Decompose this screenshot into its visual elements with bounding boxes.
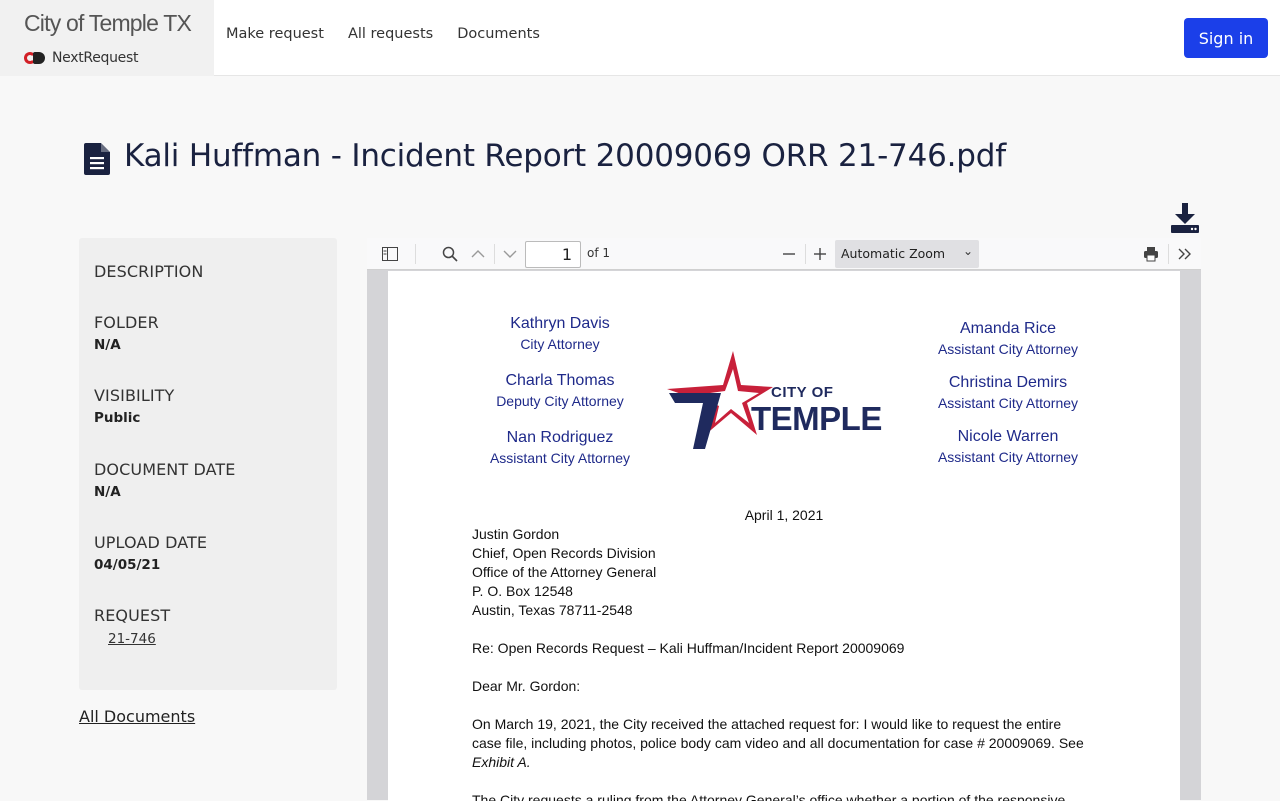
attorney-name: Nan Rodriguez bbox=[506, 429, 614, 446]
address-line: Justin Gordon bbox=[472, 526, 560, 542]
description-label: DESCRIPTION bbox=[94, 262, 204, 281]
toolbar-separator bbox=[494, 244, 495, 264]
attorney-role: Assistant City Attorney bbox=[937, 449, 1079, 465]
logo-city-text: CITY OF bbox=[771, 384, 834, 401]
print-icon[interactable] bbox=[1141, 244, 1161, 264]
attorney-role: Assistant City Attorney bbox=[489, 450, 631, 466]
attorney-role: City Attorney bbox=[520, 336, 600, 352]
nav-all-requests[interactable]: All requests bbox=[348, 26, 433, 42]
visibility-field: VISIBILITY Public bbox=[94, 386, 174, 426]
upload-date-label: UPLOAD DATE bbox=[94, 533, 208, 552]
city-of-temple-logo: CITY OF TEMPLE bbox=[665, 351, 905, 455]
zoom-in-icon[interactable] bbox=[810, 244, 830, 264]
address-line: Austin, Texas 78711-2548 bbox=[472, 602, 633, 618]
brand-block[interactable]: City of Temple TX NextRequest bbox=[0, 0, 214, 76]
attorney-block: Charla Thomas Deputy City Attorney bbox=[480, 372, 640, 409]
attorney-role: Assistant City Attorney bbox=[937, 341, 1079, 357]
address-line: Chief, Open Records Division bbox=[472, 545, 656, 561]
document-date-field: DOCUMENT DATE N/A bbox=[94, 460, 235, 500]
all-documents-link[interactable]: All Documents bbox=[79, 707, 195, 726]
paragraph-line: Exhibit A. bbox=[472, 754, 531, 770]
attorney-block: Christina Demirs Assistant City Attorney bbox=[923, 374, 1093, 411]
folder-value: N/A bbox=[94, 337, 121, 353]
brand-subtitle: NextRequest bbox=[52, 50, 139, 66]
description-field: DESCRIPTION bbox=[94, 262, 203, 281]
letter-subject: Re: Open Records Request – Kali Huffman/… bbox=[472, 640, 905, 656]
letter-salutation: Dear Mr. Gordon: bbox=[472, 678, 581, 694]
zoom-out-icon[interactable] bbox=[779, 244, 799, 264]
chevron-down-icon: ⌄ bbox=[962, 244, 973, 258]
toolbar-separator bbox=[805, 244, 806, 264]
tools-menu-icon[interactable] bbox=[1175, 244, 1195, 264]
zoom-select[interactable]: Automatic Zoom ⌄ bbox=[835, 240, 979, 268]
folder-field: FOLDER N/A bbox=[94, 313, 159, 353]
attorney-block: Nicole Warren Assistant City Attorney bbox=[923, 428, 1093, 465]
pdf-toolbar: of 1 Automatic Zoom ⌄ bbox=[367, 238, 1201, 270]
top-navbar: City of Temple TX NextRequest Make reque… bbox=[0, 0, 1280, 76]
download-icon[interactable] bbox=[1171, 203, 1199, 233]
page-count: of 1 bbox=[587, 246, 611, 260]
sidebar-toggle-icon[interactable] bbox=[380, 244, 400, 264]
letter-date: April 1, 2021 bbox=[744, 507, 824, 523]
brand-sub: NextRequest bbox=[24, 48, 138, 68]
attorney-role: Deputy City Attorney bbox=[496, 393, 624, 409]
toolbar-separator bbox=[415, 244, 416, 264]
attorney-role: Assistant City Attorney bbox=[937, 395, 1079, 411]
upload-date-field: UPLOAD DATE 04/05/21 bbox=[94, 533, 207, 573]
attorney-name: Nicole Warren bbox=[957, 428, 1059, 445]
pdf-viewer: of 1 Automatic Zoom ⌄ Kathryn Davis City… bbox=[367, 238, 1201, 801]
attorney-block: Amanda Rice Assistant City Attorney bbox=[923, 320, 1093, 357]
logo-temple-text: TEMPLE bbox=[751, 400, 882, 437]
folder-label: FOLDER bbox=[94, 313, 159, 332]
previous-page-icon[interactable] bbox=[468, 244, 488, 264]
nextrequest-logo-icon bbox=[24, 51, 46, 65]
recipient-address: Justin Gordon Chief, Open Records Divisi… bbox=[472, 525, 656, 620]
attorney-name: Kathryn Davis bbox=[510, 315, 610, 332]
document-date-label: DOCUMENT DATE bbox=[94, 460, 236, 479]
request-link[interactable]: 21-746 bbox=[108, 631, 156, 647]
attorney-name: Christina Demirs bbox=[948, 374, 1068, 391]
address-line: Office of the Attorney General bbox=[472, 564, 657, 580]
document-date-value: N/A bbox=[94, 484, 121, 500]
attorney-name: Amanda Rice bbox=[959, 320, 1057, 337]
toolbar-separator bbox=[1168, 244, 1169, 264]
next-page-icon[interactable] bbox=[500, 244, 520, 264]
attorney-name: Charla Thomas bbox=[505, 372, 615, 389]
letter-paragraph: On March 19, 2021, the City received the… bbox=[472, 715, 1112, 772]
request-field: REQUEST 21-746 bbox=[94, 606, 170, 647]
paragraph-line: case file, including photos, police body… bbox=[472, 735, 1084, 751]
request-label: REQUEST bbox=[94, 606, 171, 625]
attorney-block: Kathryn Davis City Attorney bbox=[480, 315, 640, 352]
attorney-block: Nan Rodriguez Assistant City Attorney bbox=[480, 429, 640, 466]
paragraph-line: On March 19, 2021, the City received the… bbox=[472, 716, 1062, 732]
page-title: Kali Huffman - Incident Report 20009069 … bbox=[124, 138, 1006, 174]
nav-documents[interactable]: Documents bbox=[457, 26, 540, 42]
address-line: P. O. Box 12548 bbox=[472, 583, 573, 599]
page-number-input[interactable] bbox=[525, 241, 581, 268]
nav-make-request[interactable]: Make request bbox=[226, 26, 324, 42]
visibility-label: VISIBILITY bbox=[94, 386, 175, 405]
file-text-icon bbox=[84, 143, 110, 175]
search-icon[interactable] bbox=[440, 244, 460, 264]
zoom-value: Automatic Zoom bbox=[841, 246, 946, 261]
main-nav: Make request All requests Documents bbox=[226, 26, 540, 42]
sign-in-button[interactable]: Sign in bbox=[1184, 18, 1268, 58]
visibility-value: Public bbox=[94, 410, 141, 426]
brand-title[interactable]: City of Temple TX bbox=[24, 10, 192, 37]
upload-date-value: 04/05/21 bbox=[94, 557, 161, 573]
document-details-panel: DESCRIPTION FOLDER N/A VISIBILITY Public… bbox=[79, 238, 337, 690]
pdf-page: Kathryn Davis City Attorney Charla Thoma… bbox=[388, 271, 1180, 801]
